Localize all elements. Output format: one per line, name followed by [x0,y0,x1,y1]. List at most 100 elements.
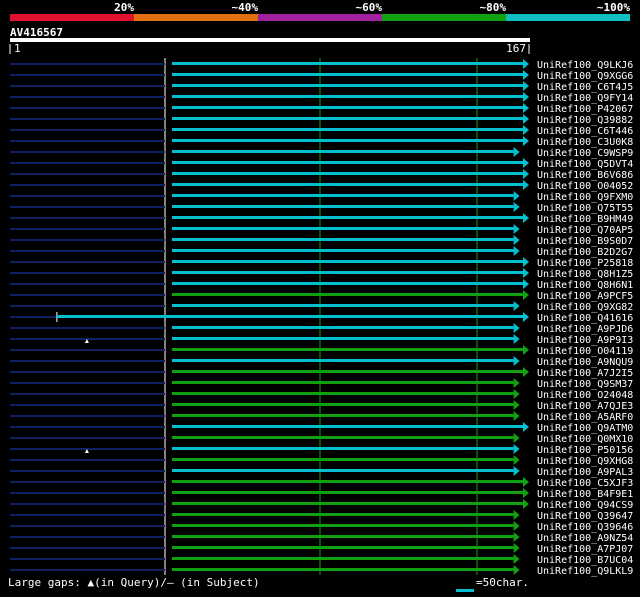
scale-label: =50char. [476,576,529,589]
hit-row: UniRef100_Q9XG82 [10,301,633,313]
hit-row: UniRef100_Q5DVT4 [10,158,633,170]
hit-arrowhead [513,543,520,553]
hit-bar [172,502,523,505]
hit-arrowhead [523,488,529,498]
hit-row: UniRef100_Q9ATM0 [10,422,633,434]
hit-label: UniRef100_Q5DVT4 [537,159,633,170]
hit-label: UniRef100_A9PAL3 [537,467,633,478]
hit-row: UniRef100_Q75T55 [10,202,633,214]
hit-label: UniRef100_Q8H1Z5 [537,269,633,280]
hit-label: UniRef100_Q39882 [537,115,633,126]
hit-bar [172,194,514,197]
scale-swatch [456,589,474,592]
hit-label: UniRef100_C9WSP9 [537,148,633,159]
gap-legend: Large gaps: ▲(in Query)/— (in Subject) [8,576,260,589]
hit-arrowhead [523,257,529,267]
hit-arrowhead [513,554,520,564]
hit-row: UniRef100_P42067 [10,103,633,115]
hit-bar [172,150,514,153]
hit-label: UniRef100_C6T4J5 [537,82,633,93]
hit-bar [172,403,514,406]
identity-bin-label: ~60% [356,1,383,14]
hit-bar [172,491,523,494]
hit-arrowhead [523,136,529,146]
hit-bar [172,436,514,439]
hit-row: UniRef100_Q9LKJ6 [10,59,633,71]
hit-row: UniRef100_B2D2G7 [10,246,633,258]
identity-bin-label: ~80% [480,1,507,14]
hit-bar [172,469,514,472]
hit-arrowhead [523,268,529,278]
hit-row: UniRef100_Q8H1Z5 [10,268,633,280]
hit-label: UniRef100_O04119 [537,346,633,357]
hit-bar [172,425,523,428]
hit-label: UniRef100_Q9XHG8 [537,456,633,467]
hit-label: UniRef100_P42067 [537,104,633,115]
hit-arrowhead [523,158,529,168]
hit-label: UniRef100_A9PCF5 [537,291,633,302]
hit-label: UniRef100_P25818 [537,258,633,269]
hit-arrowhead [523,70,529,80]
hit-label: UniRef100_B9HM49 [537,214,633,225]
query-end-label: 167 [506,42,526,55]
hit-bar [172,84,523,87]
hit-bar [172,282,523,285]
hit-bar [172,370,523,373]
hit-arrowhead [513,532,520,542]
hit-bar [172,62,523,65]
hit-row: UniRef100_P50156 [10,444,633,456]
hit-label: UniRef100_P50156 [537,445,633,456]
hit-arrowhead [523,81,529,91]
hit-row: UniRef100_A7J2I5 [10,367,633,379]
identity-bin-label: ~40% [232,1,259,14]
hit-tracks: UniRef100_Q9LKJ6UniRef100_Q9XGG6UniRef10… [10,59,633,577]
identity-bin-labels: 20% ~40% ~60% ~80% ~100% [114,1,630,14]
hit-arrowhead [523,180,529,190]
hit-row: UniRef100_A9NQU9 [10,356,633,368]
hit-row: UniRef100_B9S0D7 [10,235,633,247]
hit-bar [172,535,514,538]
hit-label: UniRef100_A9NZ54 [537,533,633,544]
hit-label: UniRef100_B7UC04 [537,555,633,566]
hit-arrowhead [513,411,520,421]
hit-row: UniRef100_P25818 [10,257,633,269]
hit-label: UniRef100_C3U0K8 [537,137,633,148]
query-name: AV416567 [10,26,63,39]
hit-bar [172,73,523,76]
query-start-label: 1 [14,42,21,55]
hit-label: UniRef100_Q94CS9 [537,500,633,511]
hit-label: UniRef100_B6V686 [537,170,633,181]
hit-bar [172,337,514,340]
hit-row: UniRef100_Q9FY14 [10,92,633,104]
hit-arrowhead [523,59,529,69]
hit-bar [172,513,514,516]
hit-row: UniRef100_B4F9E1 [10,488,633,500]
hit-row: UniRef100_Q39882 [10,114,633,126]
hit-bar [172,216,523,219]
hit-arrowhead [513,356,520,366]
hit-arrowhead [513,147,520,157]
hit-label: UniRef100_Q39647 [537,511,633,522]
hit-arrowhead [513,246,520,256]
hit-label: UniRef100_A9P9I3 [537,335,633,346]
hit-label: UniRef100_Q9ATM0 [537,423,633,434]
hit-arrowhead [523,345,529,355]
hit-bar [172,392,514,395]
hit-arrowhead [523,312,529,322]
hit-bar [172,557,514,560]
hit-row: UniRef100_A9P9I3 [10,334,633,346]
hit-bar [172,359,514,362]
hit-row: UniRef100_Q39647 [10,510,633,522]
hit-label: UniRef100_A9PJD6 [537,324,633,335]
hit-row: UniRef100_A9PJD6 [10,323,633,335]
hit-bar [172,227,514,230]
hit-arrowhead [513,378,520,388]
hit-row: UniRef100_C9WSP9 [10,147,633,159]
hit-label: UniRef100_A5ARF0 [537,412,633,423]
hit-arrowhead [513,400,520,410]
hit-bar [172,326,514,329]
hit-arrowhead [523,499,529,509]
hit-bar [172,238,514,241]
hit-label: UniRef100_A7QJE3 [537,401,633,412]
hit-bar [172,271,523,274]
